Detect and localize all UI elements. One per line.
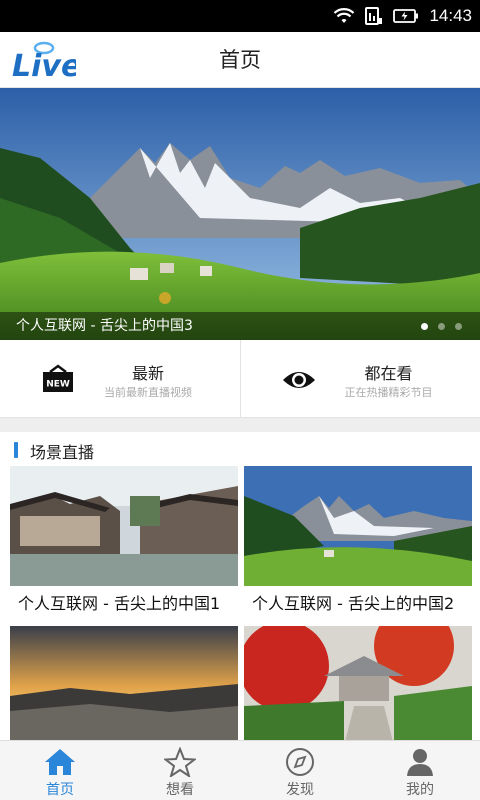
home-icon bbox=[45, 749, 75, 775]
banner-caption: 个人互联网 - 舌尖上的中国3 bbox=[16, 318, 193, 334]
feature-trending[interactable]: 都在看 正在热播精彩节目 bbox=[239, 340, 480, 417]
banner-image bbox=[0, 88, 480, 340]
clock: 14:43 bbox=[429, 6, 472, 25]
feature-title: 都在看 bbox=[364, 364, 413, 383]
section-accent-bar bbox=[14, 442, 18, 458]
star-icon bbox=[164, 747, 196, 777]
live-card[interactable]: 个人互联网 - 舌尖上的中国2 bbox=[244, 466, 472, 618]
tab-label: 我的 bbox=[406, 782, 434, 798]
wifi-icon bbox=[334, 8, 355, 23]
tab-discover[interactable]: 发现 bbox=[240, 741, 360, 800]
pager-dot[interactable] bbox=[455, 323, 462, 330]
signal-icon bbox=[365, 7, 383, 25]
battery-icon bbox=[393, 9, 419, 23]
card-thumbnail bbox=[10, 466, 238, 586]
feature-subtitle: 正在热播精彩节目 bbox=[344, 386, 433, 399]
bottom-tab-bar: 首页 想看 发现 我的 bbox=[0, 740, 480, 800]
card-thumbnail bbox=[244, 466, 472, 586]
pager-dot[interactable] bbox=[438, 323, 445, 330]
page-title: 首页 bbox=[219, 48, 261, 72]
feature-latest[interactable]: NEW 最新 当前最新直播视频 bbox=[0, 340, 240, 417]
hero-banner[interactable]: 个人互联网 - 舌尖上的中国3 bbox=[0, 88, 480, 340]
card-caption: 个人互联网 - 舌尖上的中国2 bbox=[252, 594, 455, 613]
eye-icon bbox=[282, 372, 315, 388]
section-header: 场景直播 bbox=[0, 432, 480, 466]
svg-text:NEW: NEW bbox=[46, 380, 70, 390]
card-caption: 个人互联网 - 舌尖上的中国1 bbox=[18, 594, 221, 613]
tab-want[interactable]: 想看 bbox=[120, 741, 240, 800]
feature-title: 最新 bbox=[132, 364, 165, 383]
section-title: 场景直播 bbox=[30, 443, 95, 462]
tab-profile[interactable]: 我的 bbox=[360, 741, 480, 800]
tab-label: 发现 bbox=[286, 782, 314, 798]
tab-home[interactable]: 首页 bbox=[0, 741, 120, 800]
feature-subtitle: 当前最新直播视频 bbox=[104, 386, 192, 399]
pager-dots bbox=[421, 323, 462, 330]
tab-label: 首页 bbox=[46, 782, 74, 798]
compass-icon bbox=[286, 748, 314, 776]
new-badge-icon: NEW bbox=[43, 364, 73, 392]
feature-row: NEW 最新 当前最新直播视频 都在看 正在热播精彩节目 bbox=[0, 340, 480, 418]
person-icon bbox=[407, 749, 433, 776]
card-thumbnail bbox=[10, 626, 238, 746]
live-card[interactable]: 个人互联网 - 舌尖上的中国1 bbox=[10, 466, 238, 618]
card-thumbnail bbox=[244, 626, 472, 746]
tab-label: 想看 bbox=[166, 782, 194, 798]
status-bar: 14:43 bbox=[0, 0, 480, 32]
app-header: Live 首页 bbox=[0, 32, 480, 88]
pager-dot[interactable] bbox=[421, 323, 428, 330]
